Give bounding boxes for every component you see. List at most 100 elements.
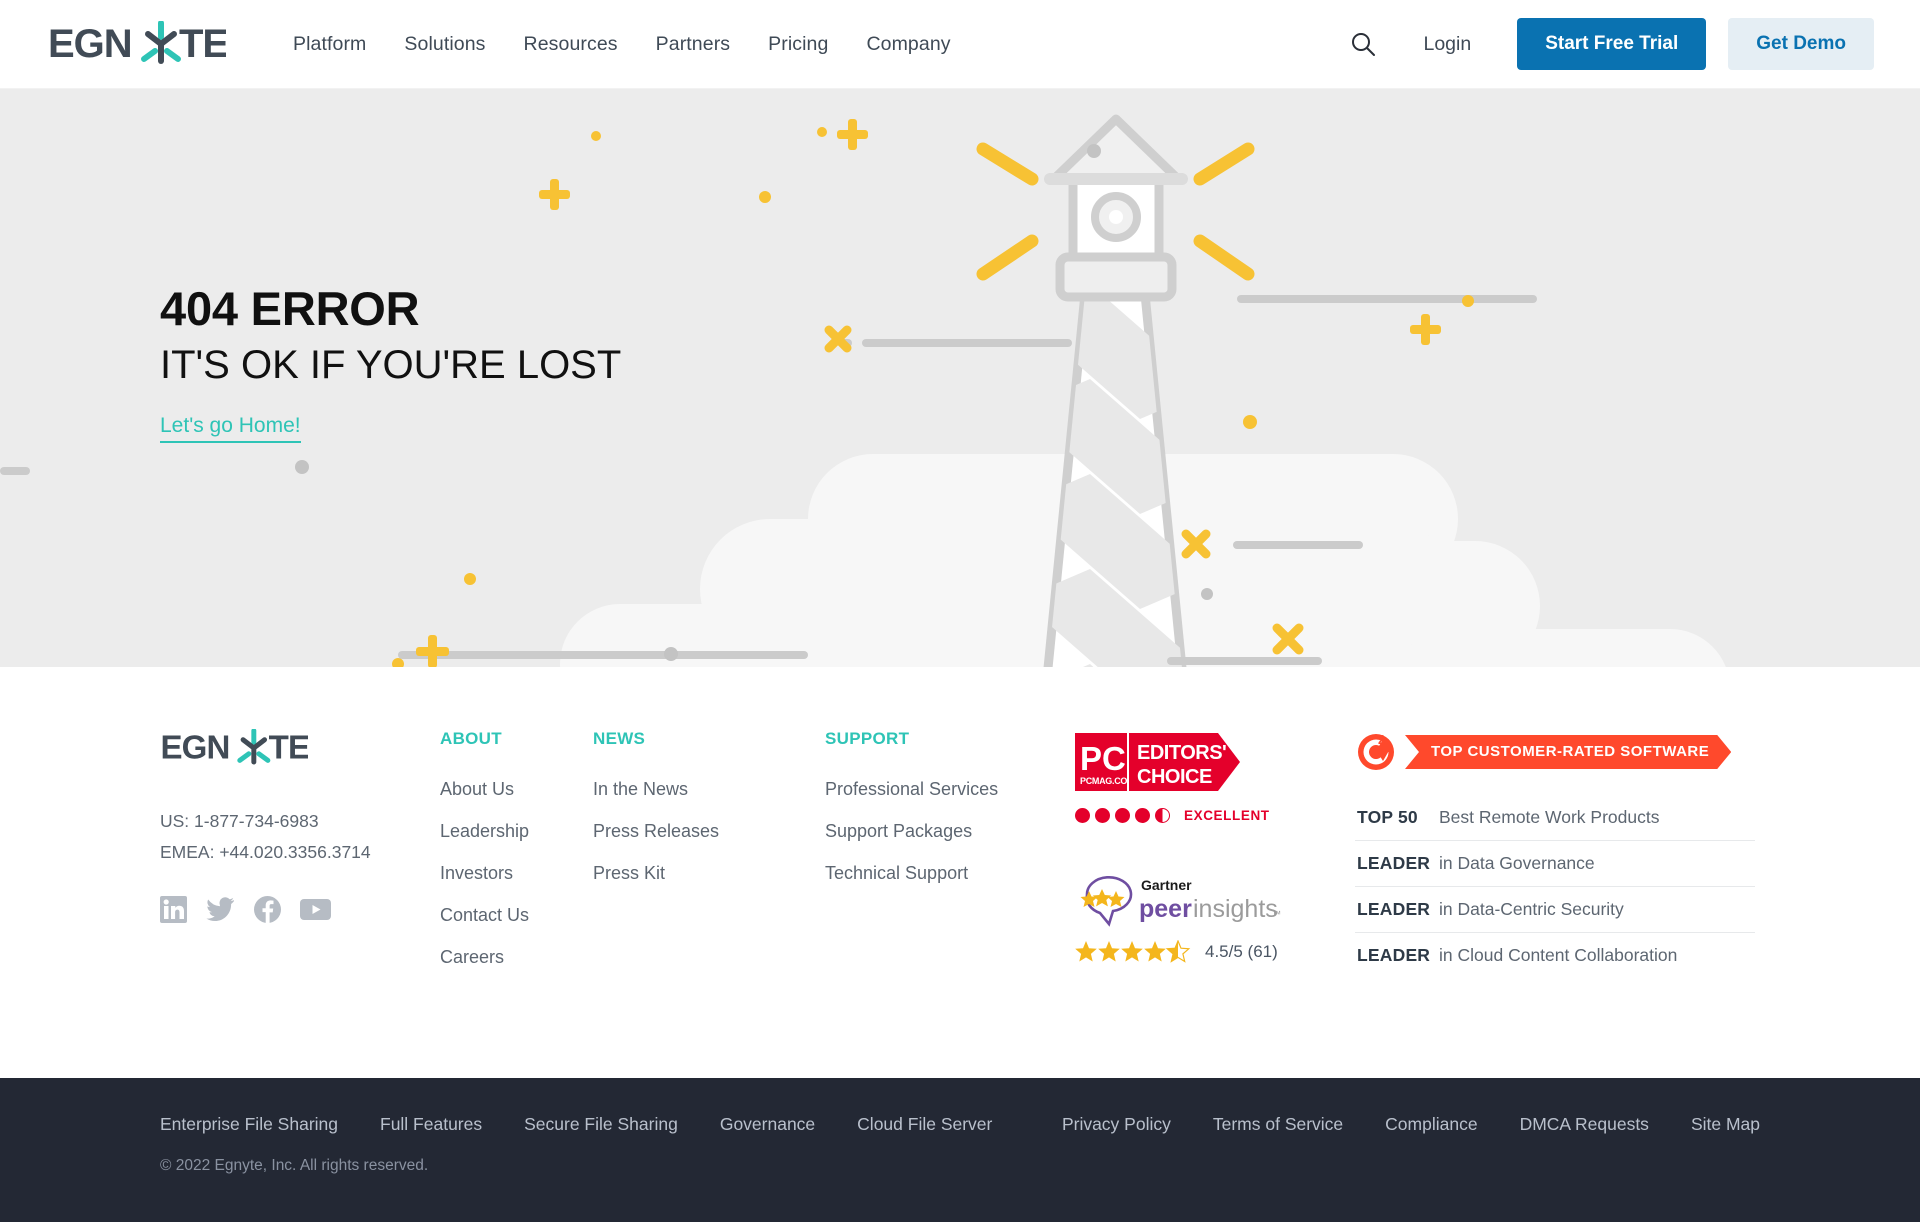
footer-link-press-releases[interactable]: Press Releases	[593, 816, 825, 847]
g2-awards-list: TOP 50 Best Remote Work Products LEADER …	[1355, 795, 1755, 978]
gartner-peer-insights-icon: Gartner peer insights ™	[1080, 875, 1281, 927]
page-title: 404 ERROR	[160, 282, 420, 335]
twitter-link[interactable]	[206, 896, 235, 928]
twitter-icon	[206, 897, 234, 922]
footer-brand-column: EGN TE US: 1-877-734-6983 EMEA: +44.020.	[160, 728, 440, 984]
get-demo-button[interactable]: Get Demo	[1728, 18, 1874, 70]
copyright-text: © 2022 Egnyte, Inc. All rights reserved.	[160, 1157, 429, 1174]
rating-dot	[1095, 808, 1110, 823]
nav-item-solutions[interactable]: Solutions	[385, 33, 504, 56]
rating-dot	[1075, 808, 1090, 823]
bottom-link-cloud-file-server[interactable]: Cloud File Server	[857, 1114, 992, 1135]
g2-award-desc: in Cloud Content Collaboration	[1439, 945, 1678, 965]
g2-award-rank: LEADER	[1357, 945, 1431, 965]
g2-award-desc: in Data Governance	[1439, 853, 1595, 873]
page-subtitle: IT'S OK IF YOU'RE LOST	[160, 342, 622, 387]
footer-link-about-us[interactable]: About Us	[440, 774, 593, 805]
site-footer: EGN TE US: 1-877-734-6983 EMEA: +44.020.	[0, 667, 1920, 1078]
nav-item-company[interactable]: Company	[847, 33, 969, 56]
rating-dot	[1135, 808, 1150, 823]
g2-award-row: TOP 50 Best Remote Work Products	[1355, 795, 1755, 841]
hero-404-section: 404 ERROR IT'S OK IF YOU'RE LOST Let's g…	[0, 89, 1920, 667]
footer-column-news: NEWS In the News Press Releases Press Ki…	[593, 729, 825, 984]
social-links	[160, 896, 440, 928]
nav-item-pricing[interactable]: Pricing	[749, 33, 847, 56]
footer-column-about: ABOUT About Us Leadership Investors Cont…	[440, 729, 593, 984]
footer-link-in-the-news[interactable]: In the News	[593, 774, 825, 805]
star-rating-icon	[1075, 940, 1191, 963]
footer-column-heading: ABOUT	[440, 729, 502, 748]
svg-text:™: ™	[1272, 909, 1281, 919]
g2-award-rank: TOP 50	[1357, 807, 1418, 827]
footer-bottom-right-links: Privacy Policy Terms of Service Complian…	[1062, 1114, 1760, 1135]
svg-text:PC: PC	[1080, 740, 1126, 777]
facebook-icon	[254, 896, 281, 924]
svg-text:2: 2	[1378, 732, 1385, 747]
rating-dot-half	[1155, 808, 1170, 823]
pcmag-rating-dots: EXCELLENT	[1075, 808, 1320, 823]
bottom-link-site-map[interactable]: Site Map	[1691, 1114, 1760, 1135]
svg-text:insights: insights	[1193, 895, 1278, 923]
svg-text:EGN: EGN	[160, 730, 229, 767]
footer-link-contact-us[interactable]: Contact Us	[440, 900, 593, 931]
footer-link-careers[interactable]: Careers	[440, 942, 593, 973]
linkedin-link[interactable]	[160, 896, 187, 928]
nav-item-resources[interactable]: Resources	[505, 33, 637, 56]
bottom-link-privacy-policy[interactable]: Privacy Policy	[1062, 1114, 1171, 1135]
g2-award-desc: in Data-Centric Security	[1439, 899, 1624, 919]
nav-item-platform[interactable]: Platform	[274, 33, 385, 56]
footer-column-support: SUPPORT Professional Services Support Pa…	[825, 729, 1057, 984]
svg-text:PCMAG.COM: PCMAG.COM	[1080, 776, 1134, 786]
svg-text:Gartner: Gartner	[1141, 877, 1192, 893]
g2-award-row: LEADER in Data Governance	[1355, 841, 1755, 887]
footer-logo[interactable]: EGN TE	[160, 728, 440, 772]
svg-text:TE: TE	[269, 730, 308, 767]
footer-link-professional-services[interactable]: Professional Services	[825, 774, 1057, 805]
g2-award-desc: Best Remote Work Products	[1439, 807, 1660, 827]
bottom-link-compliance[interactable]: Compliance	[1385, 1114, 1477, 1135]
bottom-link-governance[interactable]: Governance	[720, 1114, 815, 1135]
award-badges-column: PC PCMAG.COM EDITORS' CHOICE EXCELLENT G…	[1075, 729, 1320, 984]
footer-column-heading: NEWS	[593, 729, 646, 748]
g2-ribbon-row: 2 TOP CUSTOMER-RATED SOFTWARE	[1355, 731, 1755, 773]
footer-column-heading: SUPPORT	[825, 729, 910, 748]
search-button[interactable]	[1341, 22, 1385, 66]
bottom-link-terms-of-service[interactable]: Terms of Service	[1213, 1114, 1343, 1135]
g2-logo-icon: 2	[1358, 732, 1394, 770]
footer-link-press-kit[interactable]: Press Kit	[593, 858, 825, 889]
youtube-icon	[300, 899, 331, 921]
g2-award-row: LEADER in Data-Centric Security	[1355, 887, 1755, 933]
gartner-peer-insights-badge: Gartner peer insights ™ 4.5/5 (61)	[1075, 871, 1320, 963]
start-free-trial-button[interactable]: Start Free Trial	[1517, 18, 1707, 70]
gartner-star-rating: 4.5/5 (61)	[1075, 940, 1320, 963]
youtube-link[interactable]	[300, 896, 331, 928]
bottom-link-dmca-requests[interactable]: DMCA Requests	[1520, 1114, 1649, 1135]
bottom-link-enterprise-file-sharing[interactable]: Enterprise File Sharing	[160, 1114, 338, 1135]
svg-text:EDITORS': EDITORS'	[1137, 742, 1226, 764]
login-link[interactable]: Login	[1423, 33, 1471, 56]
footer-bottom-left-links: Enterprise File Sharing Full Features Se…	[160, 1114, 1034, 1135]
facebook-link[interactable]	[254, 896, 281, 928]
pcmag-editors-choice-icon: PC PCMAG.COM EDITORS' CHOICE	[1075, 733, 1240, 791]
site-header: EGN TE Platform Solutions Resources Part…	[0, 0, 1920, 89]
phone-us: US: 1-877-734-6983	[160, 811, 319, 831]
phone-emea: EMEA: +44.020.3356.3714	[160, 842, 371, 863]
footer-link-technical-support[interactable]: Technical Support	[825, 858, 1057, 889]
footer-link-leadership[interactable]: Leadership	[440, 816, 593, 847]
linkedin-icon	[160, 896, 187, 924]
footer-bottom-bar: Enterprise File Sharing Full Features Se…	[0, 1078, 1920, 1222]
header-actions: Login Start Free Trial Get Demo	[1341, 18, 1874, 70]
footer-link-support-packages[interactable]: Support Packages	[825, 816, 1057, 847]
g2-award-rank: LEADER	[1357, 853, 1431, 873]
svg-text:CHOICE: CHOICE	[1137, 766, 1212, 788]
pcmag-editors-choice-badge: PC PCMAG.COM EDITORS' CHOICE EXCELLENT	[1075, 733, 1320, 823]
gartner-score: 4.5/5 (61)	[1205, 941, 1278, 961]
pcmag-rating-label: EXCELLENT	[1184, 808, 1270, 823]
bottom-link-full-features[interactable]: Full Features	[380, 1114, 482, 1135]
g2-badges-column: 2 TOP CUSTOMER-RATED SOFTWARE TOP 50 Bes…	[1355, 729, 1755, 984]
header-logo[interactable]: EGN TE	[48, 21, 226, 67]
nav-item-partners[interactable]: Partners	[637, 33, 750, 56]
footer-link-investors[interactable]: Investors	[440, 858, 593, 889]
bottom-link-secure-file-sharing[interactable]: Secure File Sharing	[524, 1114, 678, 1135]
go-home-link[interactable]: Let's go Home!	[160, 414, 301, 443]
